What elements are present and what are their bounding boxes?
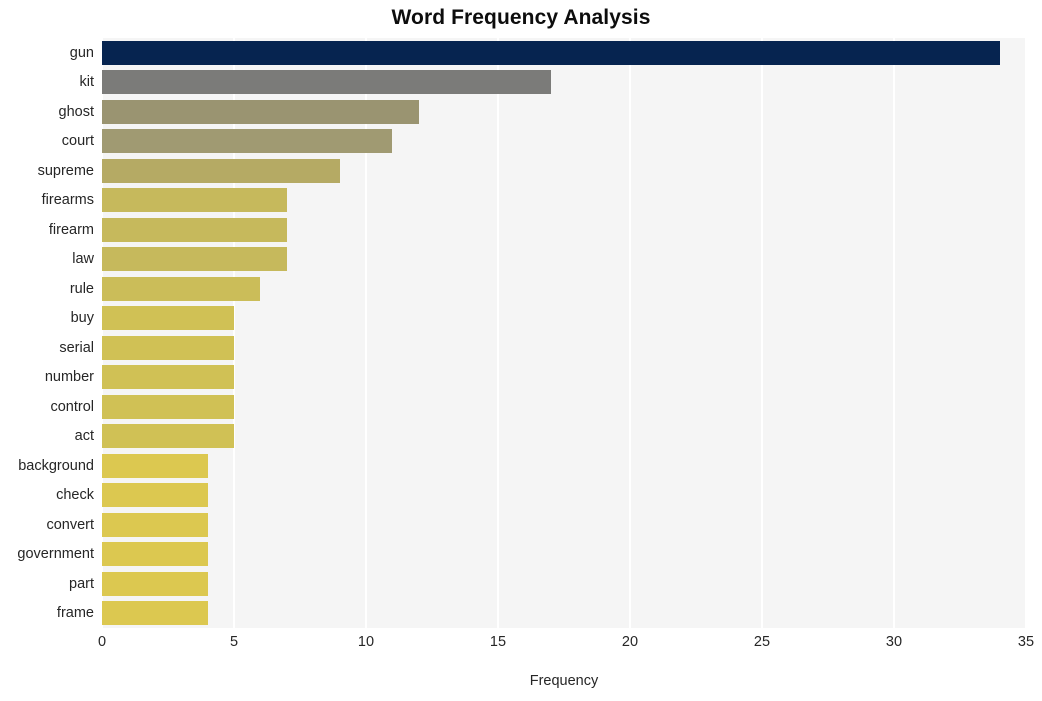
y-tick-label-law: law bbox=[72, 251, 94, 268]
y-tick-label-government: government bbox=[17, 546, 94, 563]
x-tick-label-35: 35 bbox=[1017, 634, 1035, 650]
y-tick-label-firearms: firearms bbox=[41, 192, 94, 209]
y-tick-label-kit: kit bbox=[79, 74, 95, 91]
y-tick-label-act: act bbox=[74, 428, 94, 445]
x-axis-tick-labels: 0 5 10 15 20 25 30 35 bbox=[98, 634, 1034, 660]
x-tick-label-5: 5 bbox=[229, 634, 239, 650]
x-tick-label-25: 25 bbox=[753, 634, 771, 650]
y-tick-label-buy: buy bbox=[70, 310, 94, 327]
x-axis-label: Frequency bbox=[529, 673, 599, 689]
y-tick-label-court: court bbox=[61, 133, 94, 150]
y-tick-label-number: number bbox=[44, 369, 94, 386]
chart-title: Word Frequency Analysis bbox=[391, 6, 651, 29]
y-tick-label-gun: gun bbox=[69, 44, 94, 61]
x-tick-label-15: 15 bbox=[489, 634, 507, 650]
x-tick-label-10: 10 bbox=[357, 634, 375, 650]
y-tick-label-part: part bbox=[69, 575, 94, 592]
y-tick-label-convert: convert bbox=[46, 516, 94, 533]
x-tick-label-20: 20 bbox=[621, 634, 639, 650]
y-axis-tick-labels: gun kit ghost court supreme firearms firearm la… bbox=[0, 38, 1042, 628]
y-tick-label-frame: frame bbox=[56, 605, 94, 622]
y-tick-label-firearm: firearm bbox=[48, 221, 94, 238]
y-tick-label-rule: rule bbox=[69, 280, 94, 297]
chart-figure: Word Frequency Analysis gun kit ghost court… bbox=[0, 0, 1042, 701]
y-tick-label-ghost: ghost bbox=[58, 103, 94, 120]
y-tick-label-supreme: supreme bbox=[37, 162, 94, 179]
x-tick-label-30: 30 bbox=[885, 634, 903, 650]
y-tick-label-check: check bbox=[56, 487, 94, 504]
y-tick-label-serial: serial bbox=[59, 339, 94, 356]
x-tick-label-0: 0 bbox=[97, 634, 107, 650]
y-tick-label-background: background bbox=[18, 457, 94, 474]
y-tick-label-control: control bbox=[50, 398, 94, 415]
